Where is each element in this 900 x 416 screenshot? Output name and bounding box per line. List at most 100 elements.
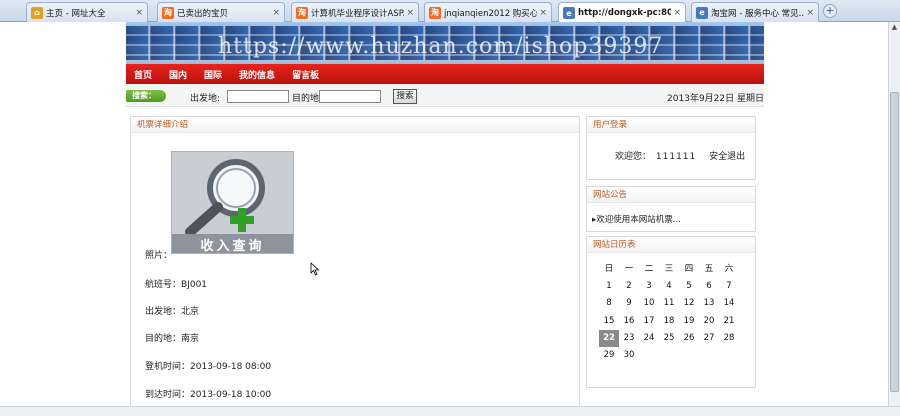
calendar-week-row: 22 23 24 25 26 27 28 — [599, 329, 749, 347]
close-icon[interactable]: × — [806, 8, 814, 18]
calendar-day — [699, 347, 719, 364]
detail-label: 目的地： — [145, 334, 182, 344]
calendar-week-row: 8 9 10 11 12 13 14 — [599, 295, 749, 312]
site-calendar-panel: 网站日历表 日 一 二 三 四 五 六 1 2 3 4 5 6 7 8 9 10 11 12 13 14 1… — [586, 236, 756, 388]
logout-link[interactable]: 安全退出 — [709, 152, 745, 162]
calendar-week-row: 15 16 17 18 19 20 21 — [599, 313, 749, 330]
calendar-day[interactable]: 8 — [599, 295, 619, 312]
calendar-day[interactable]: 13 — [699, 295, 719, 312]
weekday-label: 一 — [624, 264, 634, 274]
calendar-day — [639, 347, 659, 364]
welcome-label: 欢迎您： — [615, 152, 652, 162]
scroll-up-icon[interactable]: ▲ — [889, 22, 900, 33]
ticket-photo: 收入查询 — [171, 151, 294, 254]
calendar-day[interactable]: 26 — [679, 330, 699, 347]
calendar-day[interactable]: 1 — [599, 278, 619, 295]
nav-item-guestbook[interactable]: 留言板 — [292, 68, 319, 81]
calendar-day[interactable]: 28 — [719, 330, 739, 347]
weekday-label: 三 — [664, 264, 674, 274]
photo-label: 照片： — [145, 251, 173, 261]
calendar-day — [659, 347, 679, 364]
calendar-day[interactable]: 4 — [659, 278, 679, 295]
calendar-day[interactable]: 18 — [659, 313, 679, 330]
calendar-day[interactable]: 21 — [719, 313, 739, 330]
calendar-day-today[interactable]: 22 — [599, 329, 619, 347]
calendar-day[interactable]: 9 — [619, 295, 639, 312]
close-icon[interactable]: × — [135, 8, 143, 18]
detail-value: BJ001 — [181, 280, 208, 290]
calendar-day[interactable]: 7 — [719, 278, 739, 295]
calendar-day[interactable]: 17 — [639, 313, 659, 330]
detail-value: 2013-09-18 10:00 — [190, 390, 272, 400]
to-label: 目的地 — [292, 94, 320, 104]
calendar-day[interactable]: 5 — [679, 278, 699, 295]
notice-item[interactable]: ▸欢迎使用本网站机票... — [592, 213, 681, 225]
calendar-week-row: 29 30 — [599, 347, 749, 364]
calendar-day[interactable]: 24 — [639, 330, 659, 347]
close-icon[interactable]: × — [539, 8, 547, 18]
calendar-day[interactable]: 20 — [699, 313, 719, 330]
detail-label: 航班号： — [145, 280, 182, 290]
scrollbar-thumb[interactable] — [890, 92, 899, 392]
new-tab-button[interactable]: + — [823, 4, 837, 18]
home-icon: ⌂ — [31, 6, 43, 19]
detail-label: 登机时间： — [145, 362, 191, 372]
to-input[interactable] — [319, 90, 381, 103]
search-button[interactable]: 搜索 — [393, 89, 417, 104]
close-icon[interactable]: × — [272, 8, 280, 18]
from-label: 出发地: — [190, 94, 221, 104]
status-bar — [0, 406, 900, 416]
close-icon[interactable]: × — [406, 8, 414, 18]
browser-tab[interactable]: 淘 已卖出的宝贝 × — [157, 2, 285, 22]
detail-label: 到达时间： — [145, 390, 191, 400]
tab-label: 淘宝网 - 服务中心 常见... — [711, 8, 805, 19]
detail-row-origin: 出发地：北京 — [145, 304, 199, 317]
calendar-day[interactable]: 19 — [679, 313, 699, 330]
nav-item-my-info[interactable]: 我的信息 — [239, 68, 275, 81]
taobao-icon: 淘 — [296, 6, 308, 19]
calendar-day[interactable]: 23 — [619, 330, 639, 347]
browser-tab[interactable]: 淘 计算机毕业程序设计ASP... × — [291, 2, 419, 22]
weekday-label: 二 — [644, 264, 654, 274]
calendar-day[interactable]: 11 — [659, 295, 679, 312]
calendar-day[interactable]: 12 — [679, 295, 699, 312]
site-banner: https://www.huzhan.com/ishop39397 — [126, 22, 764, 64]
detail-row-arrival: 到达时间：2013-09-18 10:00 — [145, 387, 271, 400]
calendar-day[interactable]: 25 — [659, 330, 679, 347]
nav-item-international[interactable]: 国际 — [204, 68, 222, 81]
panel-heading: 网站公告 — [587, 187, 755, 203]
calendar-day[interactable]: 6 — [699, 278, 719, 295]
calendar-day[interactable]: 14 — [719, 295, 739, 312]
taobao-icon: 淘 — [429, 6, 441, 19]
nav-item-domestic[interactable]: 国内 — [169, 68, 187, 81]
calendar-day[interactable]: 29 — [599, 347, 619, 364]
browser-tab[interactable]: 淘 jnqianqien2012 购买心... × — [424, 2, 552, 22]
panel-heading: 机票详细介绍 — [131, 117, 579, 133]
calendar-day[interactable]: 10 — [639, 295, 659, 312]
browser-tab-active[interactable]: e http://dongxk-pc:808... × — [558, 2, 686, 23]
browser-tab[interactable]: ⌂ 主页 - 网址大全 × — [26, 2, 148, 22]
calendar-day[interactable]: 16 — [619, 313, 639, 330]
detail-label: 出发地： — [145, 307, 182, 317]
calendar-day[interactable]: 2 — [619, 278, 639, 295]
from-input[interactable] — [227, 90, 289, 103]
detail-row-boarding: 登机时间：2013-09-18 08:00 — [145, 359, 271, 372]
calendar-day — [679, 347, 699, 364]
current-date: 2013年9月22日 星期日 — [667, 94, 764, 104]
calendar-day[interactable]: 15 — [599, 313, 619, 330]
browser-tab[interactable]: e 淘宝网 - 服务中心 常见... × — [691, 2, 819, 22]
calendar-day[interactable]: 3 — [639, 278, 659, 295]
site-container: https://www.huzhan.com/ishop39397 首页 国内 … — [126, 22, 764, 416]
nav-item-home[interactable]: 首页 — [134, 68, 152, 81]
weekday-label: 五 — [704, 264, 714, 274]
main-nav: 首页 国内 国际 我的信息 留言板 — [126, 64, 764, 84]
browser-tab-strip: ⌂ 主页 - 网址大全 × 淘 已卖出的宝贝 × 淘 计算机毕业程序设计ASP.… — [0, 0, 900, 23]
close-icon[interactable]: × — [673, 8, 681, 18]
search-bar: 搜索： 出发地: 目的地 搜索 2013年9月22日 星期日 — [126, 84, 764, 107]
ticket-detail-panel: 机票详细介绍 收入查询 照片： 航班号：BJ001 出发地：北京 目的地：南京 … — [130, 116, 580, 416]
vertical-scrollbar[interactable]: ▲ — [888, 22, 900, 416]
calendar-weekday-row: 日 一 二 三 四 五 六 — [599, 261, 749, 278]
calendar-day[interactable]: 27 — [699, 330, 719, 347]
calendar-day[interactable]: 30 — [619, 347, 639, 364]
weekday-label: 日 — [604, 264, 614, 274]
